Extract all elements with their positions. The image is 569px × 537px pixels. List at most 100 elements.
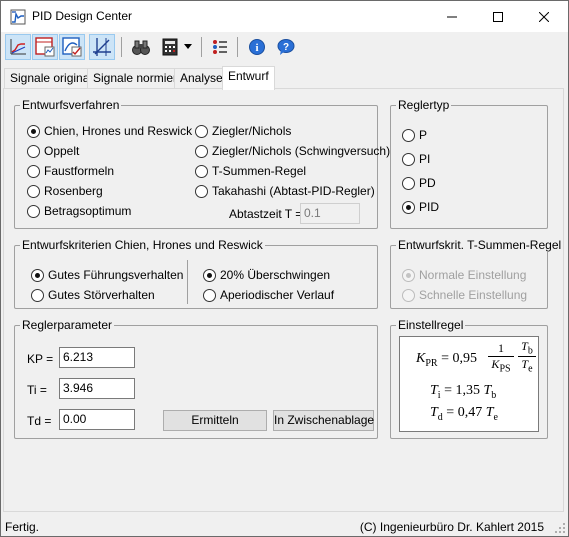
- radio-aperiodischer-verlauf[interactable]: Aperiodischer Verlauf: [203, 288, 334, 302]
- abtastzeit-input[interactable]: 0.1: [300, 203, 360, 224]
- kp-input[interactable]: 6.213: [59, 347, 135, 368]
- radio-ziegler-nichols[interactable]: Ziegler/Nichols: [195, 124, 291, 138]
- einstellregel-group: Einstellregel KPR = 0,95 1 KPS Tb Te Ti …: [390, 318, 548, 439]
- entwurf-panel: Entwurfsverfahren Chien, Hrones und Resw…: [3, 88, 564, 512]
- formula-td: Td = 0,47 Te: [430, 405, 498, 423]
- radio-label: Rosenberg: [44, 184, 103, 198]
- radio-faustformeln[interactable]: Faustformeln: [27, 164, 114, 178]
- radio-gutes-fuehrungsverhalten[interactable]: Gutes Führungsverhalten: [31, 268, 183, 282]
- kriterien-tsum-title: Entwurfskrit. T-Summen-Regel: [396, 238, 564, 252]
- td-label: Td =: [27, 414, 52, 428]
- entwurfsverfahren-group: Entwurfsverfahren Chien, Hrones und Resw…: [14, 98, 390, 229]
- radio-pi[interactable]: PI: [402, 152, 430, 166]
- radio-label: Faustformeln: [44, 164, 115, 178]
- ti-input[interactable]: 3.946: [59, 378, 135, 399]
- ermitteln-button[interactable]: Ermitteln: [163, 410, 267, 431]
- radio-dot: [195, 184, 208, 198]
- reglerparameter-title: Reglerparameter: [20, 318, 115, 332]
- entwurfsverfahren-title: Entwurfsverfahren: [20, 98, 122, 112]
- info-button[interactable]: i: [244, 34, 270, 60]
- radio-dot: [27, 144, 40, 158]
- axis-button[interactable]: [89, 34, 115, 60]
- fraction-te: Te: [521, 357, 533, 375]
- radio-t-summen-regel[interactable]: T-Summen-Regel: [195, 164, 306, 178]
- reglertyp-group: Reglertyp P PI PD PID: [390, 98, 548, 229]
- kp-label: KP =: [27, 352, 54, 366]
- radio-chien-hrones-reswick[interactable]: Chien, Hrones und Reswick: [27, 124, 192, 138]
- toolbar-separator: [237, 37, 238, 57]
- radio-dot: [27, 124, 40, 138]
- radio-dot: [402, 128, 415, 142]
- fraction-kps: KPS: [491, 357, 511, 375]
- tab-signale-normiert[interactable]: Signale normiert: [87, 68, 187, 89]
- group-divider: [187, 260, 188, 304]
- minimize-button[interactable]: [429, 1, 475, 32]
- radio-oppelt[interactable]: Oppelt: [27, 144, 79, 158]
- td-input[interactable]: 0.00: [59, 409, 135, 430]
- minimize-icon: [447, 16, 457, 17]
- radio-label: Gutes Störverhalten: [48, 288, 155, 302]
- ti-label: Ti =: [27, 383, 47, 397]
- radio-dot: [31, 288, 44, 302]
- table-chart-button[interactable]: [32, 34, 58, 60]
- toolbar-separator: [121, 37, 122, 57]
- radio-dot: [27, 164, 40, 178]
- info-icon: i: [249, 39, 265, 55]
- radio-label: T-Summen-Regel: [212, 164, 307, 178]
- table-chart-icon: [35, 37, 55, 57]
- radio-dot: [27, 204, 40, 218]
- toolbar: i ?: [1, 32, 568, 64]
- radio-20-ueberschwingen[interactable]: 20% Überschwingen: [203, 268, 330, 282]
- radio-p[interactable]: P: [402, 128, 427, 142]
- radio-dot: [27, 184, 40, 198]
- axis-icon: [93, 38, 111, 56]
- radio-label: 20% Überschwingen: [220, 268, 331, 282]
- binoculars-icon: [132, 40, 150, 55]
- radio-ziegler-nichols-schwingversuch[interactable]: Ziegler/Nichols (Schwingversuch): [195, 144, 390, 158]
- radio-takahashi[interactable]: Takahashi (Abtast-PID-Regler): [195, 184, 375, 198]
- tab-strip: Signale original Signale normiert Analys…: [1, 66, 568, 90]
- formula-box: KPR = 0,95 1 KPS Tb Te Ti = 1,35 Tb Td =…: [399, 336, 539, 432]
- help-button[interactable]: ?: [273, 34, 299, 60]
- radio-dot: [31, 268, 44, 282]
- radio-schnelle-einstellung[interactable]: Schnelle Einstellung: [402, 288, 527, 302]
- radio-pid[interactable]: PID: [402, 200, 439, 214]
- radio-dot: [402, 288, 415, 302]
- radio-gutes-stoerverhalten[interactable]: Gutes Störverhalten: [31, 288, 155, 302]
- fraction-tb: Tb: [521, 339, 533, 357]
- binoculars-button[interactable]: [128, 34, 154, 60]
- tab-analyse[interactable]: Analyse: [174, 68, 229, 89]
- radio-betragsoptimum[interactable]: Betragsoptimum: [27, 204, 131, 218]
- radio-normale-einstellung[interactable]: Normale Einstellung: [402, 268, 526, 282]
- radio-label: Chien, Hrones und Reswick: [44, 124, 193, 138]
- radio-label: Betragsoptimum: [44, 204, 132, 218]
- step-response-button[interactable]: [5, 34, 31, 60]
- calculator-button[interactable]: [157, 34, 183, 60]
- in-zwischenablage-button[interactable]: In Zwischenablage: [273, 410, 374, 431]
- tab-signale-original[interactable]: Signale original: [4, 68, 99, 89]
- radio-label: Ziegler/Nichols (Schwingversuch): [212, 144, 391, 158]
- close-button[interactable]: [521, 1, 567, 32]
- resize-grip-icon[interactable]: [554, 522, 566, 534]
- dropdown-arrow-icon: [184, 44, 192, 49]
- kriterien-chr-title: Entwurfskriterien Chien, Hrones und Resw…: [20, 238, 265, 252]
- reglerparameter-group: Reglerparameter KP = 6.213 Ti = 3.946 Td…: [14, 318, 378, 439]
- close-icon: [539, 11, 549, 22]
- radio-dot: [402, 176, 415, 190]
- tab-entwurf[interactable]: Entwurf: [222, 66, 275, 90]
- status-bar: Fertig. (C) Ingenieurbüro Dr. Kahlert 20…: [1, 515, 568, 536]
- calculator-dropdown-button[interactable]: [181, 34, 195, 60]
- chart-check-button[interactable]: [59, 34, 85, 60]
- formula-kpr: KPR = 0,95: [416, 351, 477, 369]
- radio-pd[interactable]: PD: [402, 176, 436, 190]
- maximize-button[interactable]: [475, 1, 521, 32]
- list-button[interactable]: [207, 34, 233, 60]
- radio-dot: [195, 124, 208, 138]
- radio-dot: [195, 164, 208, 178]
- maximize-icon: [493, 11, 503, 22]
- help-icon: ?: [277, 39, 295, 55]
- einstellregel-title: Einstellregel: [396, 318, 466, 332]
- radio-label: Gutes Führungsverhalten: [48, 268, 184, 282]
- copyright-text: (C) Ingenieurbüro Dr. Kahlert 2015: [359, 520, 544, 534]
- radio-rosenberg[interactable]: Rosenberg: [27, 184, 103, 198]
